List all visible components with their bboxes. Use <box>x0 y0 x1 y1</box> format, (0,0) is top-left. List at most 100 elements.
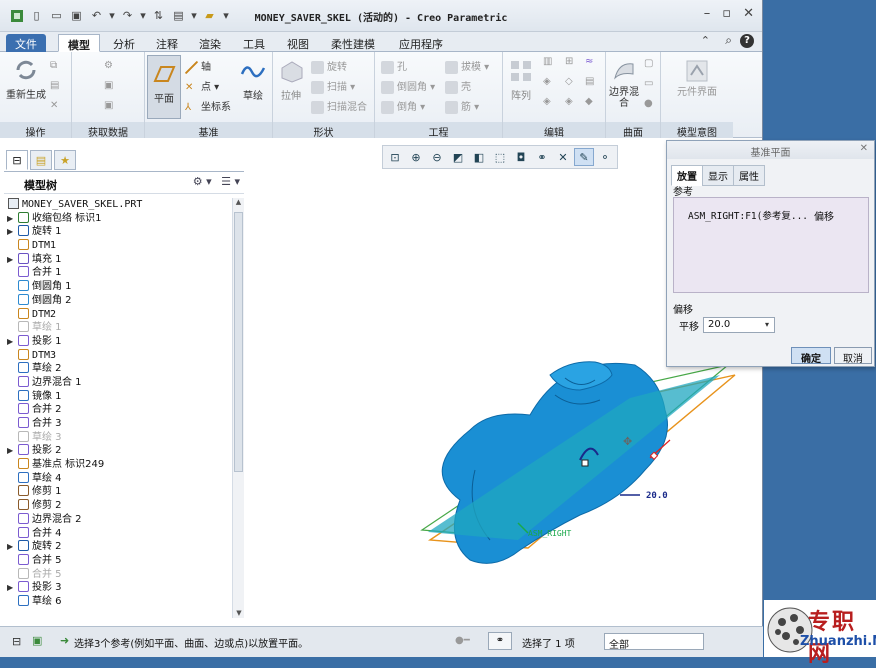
spin-center-icon[interactable]: ⚬ <box>595 148 615 166</box>
search-icon[interactable]: ⌕ <box>725 33 732 48</box>
expand-icon[interactable]: ▶ <box>7 212 13 226</box>
tree-item[interactable]: 倒圆角 1 <box>4 280 232 294</box>
tree-item[interactable]: 倒圆角 2 <box>4 293 232 308</box>
user-defined-feature-icon[interactable]: ⚙ <box>104 60 113 71</box>
binoculars-icon[interactable]: ⚭ <box>488 632 512 650</box>
annotation-display-icon[interactable]: ✎ <box>574 148 594 166</box>
tree-item[interactable]: DTM3 <box>4 348 232 363</box>
tree-item[interactable]: ▶ 投影 3 <box>4 581 232 595</box>
tree-root[interactable]: MONEY_SAVER_SKEL.PRT <box>4 198 232 212</box>
extrude-button[interactable]: 拉伸 <box>275 58 307 102</box>
references-list[interactable]: ASM_RIGHT:F1(参考复... 偏移 <box>673 197 869 293</box>
merge-icon[interactable]: ◈ <box>543 76 551 87</box>
tab-analysis[interactable]: 分析 <box>104 34 144 52</box>
regenerate-button[interactable]: 重新生成 <box>6 57 46 101</box>
tree-item[interactable]: 草绘 6 <box>4 594 232 609</box>
tab-applications[interactable]: 应用程序 <box>390 34 452 52</box>
maximize-icon[interactable]: ▫ <box>722 6 731 21</box>
tree-item[interactable]: 草绘 2 <box>4 362 232 376</box>
selection-filter[interactable]: 全部 <box>604 633 704 651</box>
group-shapes-label[interactable]: 形状 <box>273 122 374 139</box>
reference-item[interactable]: ASM_RIGHT:F1(参考复... <box>688 208 808 222</box>
extend-icon[interactable]: ⊞ <box>565 56 573 67</box>
tree-item[interactable]: 合并 5 <box>4 553 232 568</box>
tree-item[interactable]: 草绘 4 <box>4 471 232 486</box>
copy-icon[interactable]: ⧉ <box>50 60 57 71</box>
offset-value-combo[interactable]: 20.0 ▾ <box>703 317 775 333</box>
scroll-down-icon[interactable]: ▼ <box>233 609 245 617</box>
shrinkwrap-icon[interactable]: ▣ <box>104 100 113 111</box>
ok-button[interactable]: 确定 <box>791 347 831 365</box>
csys-button[interactable]: ⅄ 坐标系 <box>185 98 231 114</box>
tree-item[interactable]: 边界混合 2 <box>4 512 232 527</box>
fill-icon[interactable]: ▢ <box>644 58 653 69</box>
tree-item[interactable]: ▶ 旋转 2 <box>4 540 232 554</box>
shell-button[interactable]: 壳 <box>445 78 471 94</box>
tree-item[interactable]: 合并 3 <box>4 417 232 431</box>
offset-icon[interactable]: ▤ <box>585 76 594 87</box>
tab-annotate[interactable]: 注释 <box>147 34 187 52</box>
thicken-icon[interactable]: ◆ <box>585 96 593 107</box>
expand-icon[interactable]: ▶ <box>7 581 13 595</box>
tab-model[interactable]: 模型 <box>58 34 100 52</box>
collapse-ribbon-icon[interactable]: ⌃ <box>701 34 710 47</box>
group-surfaces-label[interactable]: 曲面 <box>606 122 660 139</box>
show-icon[interactable]: ☰ <box>221 175 231 188</box>
chamfer-button[interactable]: 倒角 ▾ <box>381 98 425 114</box>
cancel-button[interactable]: 取消 <box>834 347 872 365</box>
group-model-intent-label[interactable]: 模型意图 <box>661 122 733 139</box>
scroll-up-icon[interactable]: ▲ <box>233 198 244 206</box>
minimize-icon[interactable]: – <box>704 6 711 21</box>
show-navigator-icon[interactable]: ⊟ <box>12 635 21 648</box>
sweep-button[interactable]: 扫描 ▾ <box>311 78 355 94</box>
zoom-in-icon[interactable]: ⊕ <box>406 148 426 166</box>
folder-browser-tab-icon[interactable]: ▤ <box>30 150 52 170</box>
boundary-blend-button[interactable]: 边界混合 <box>608 58 640 109</box>
point-button[interactable]: ✕ 点 ▾ <box>185 78 219 94</box>
mirror-icon[interactable]: ▥ <box>543 56 552 67</box>
repaint-icon[interactable]: ◩ <box>448 148 468 166</box>
tree-item[interactable]: 边界混合 1 <box>4 375 232 390</box>
dialog-close-icon[interactable]: ✕ <box>860 143 868 154</box>
rib-button[interactable]: 筋 ▾ <box>445 98 479 114</box>
plane-button[interactable]: 平面 <box>147 55 181 119</box>
zoom-out-icon[interactable]: ⊖ <box>427 148 447 166</box>
perspective-icon[interactable]: ⚭ <box>532 148 552 166</box>
saved-orientations-icon[interactable]: ⬚ <box>490 148 510 166</box>
tree-item[interactable]: 修剪 2 <box>4 499 232 513</box>
tab-tools[interactable]: 工具 <box>234 34 274 52</box>
browser-toggle-icon[interactable]: ▣ <box>32 634 42 647</box>
offset-dimension-label[interactable]: 20.0 <box>646 491 668 501</box>
intersect-icon[interactable]: ◈ <box>543 96 551 107</box>
tree-item[interactable]: 合并 4 <box>4 526 232 541</box>
selection-toggle-icon[interactable]: ●━ <box>455 635 470 646</box>
expand-icon[interactable]: ▶ <box>7 335 13 349</box>
trim-icon[interactable]: ◇ <box>565 76 573 87</box>
favorites-tab-icon[interactable]: ★ <box>54 150 76 170</box>
tree-item[interactable]: 合并 5 <box>4 567 232 582</box>
drag-handle[interactable] <box>581 459 589 467</box>
group-engineering-label[interactable]: 工程 <box>375 122 502 139</box>
tab-file[interactable]: 文件 <box>6 34 46 52</box>
paste-icon[interactable]: ▤ <box>50 80 59 91</box>
view-manager-icon[interactable]: ◘ <box>511 148 531 166</box>
tree-item[interactable]: ▶ 填充 1 <box>4 252 232 267</box>
tree-item[interactable]: 镜像 1 <box>4 389 232 404</box>
group-operations-label[interactable]: 操作 <box>0 122 71 139</box>
tree-item[interactable]: 草绘 1 <box>4 321 232 335</box>
offset-dropdown-icon[interactable]: ▾ <box>761 318 773 332</box>
group-datum-label[interactable]: 基准 <box>145 122 272 139</box>
style-icon[interactable]: ▭ <box>644 78 653 89</box>
tree-item[interactable]: 合并 2 <box>4 403 232 417</box>
close-icon[interactable]: ✕ <box>743 6 754 21</box>
delete-icon[interactable]: ✕ <box>50 100 58 111</box>
scroll-thumb[interactable] <box>234 212 243 472</box>
tree-item[interactable]: ▶ 投影 1 <box>4 334 232 349</box>
refit-icon[interactable]: ⊡ <box>385 148 405 166</box>
group-get-data-label[interactable]: 获取数据 <box>72 122 144 139</box>
tree-item[interactable]: 修剪 1 <box>4 485 232 499</box>
copy-geometry-icon[interactable]: ▣ <box>104 80 113 91</box>
revolve-button[interactable]: 旋转 <box>311 58 347 74</box>
tab-view[interactable]: 视图 <box>278 34 318 52</box>
tree-item[interactable]: 合并 1 <box>4 266 232 280</box>
